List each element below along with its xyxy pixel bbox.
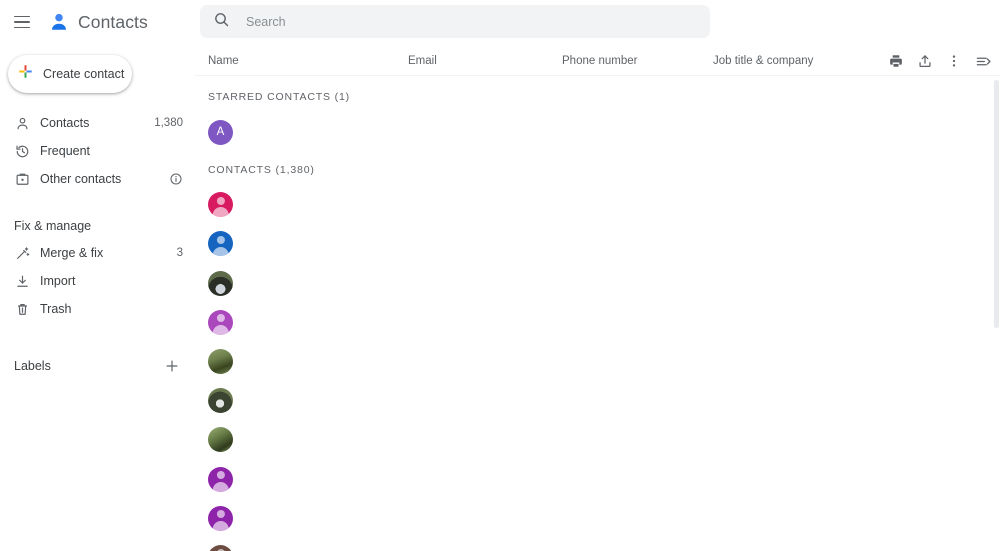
table-row[interactable]	[195, 499, 1000, 538]
vertical-scrollbar[interactable]	[994, 80, 999, 328]
avatar[interactable]	[208, 192, 233, 218]
sidebar-item-contacts[interactable]: Contacts 1,380	[0, 109, 195, 137]
table-row[interactable]	[195, 538, 1000, 551]
table-row[interactable]	[195, 342, 1000, 381]
sidebar-item-frequent[interactable]: Frequent	[0, 137, 195, 165]
contacts-list: Starred contacts (1) A Contacts (1,380)	[195, 77, 1000, 551]
sidebar-item-trash[interactable]: Trash	[0, 295, 195, 323]
sidebar-item-import[interactable]: Import	[0, 267, 195, 295]
sidebar-item-other-contacts[interactable]: Other contacts	[0, 165, 195, 193]
table-row[interactable]	[195, 264, 1000, 303]
contacts-rows	[195, 185, 1000, 551]
sidebar-item-import-label: Import	[40, 274, 76, 288]
export-upload-icon[interactable]	[914, 50, 936, 72]
avatar[interactable]	[208, 231, 233, 257]
column-header-job[interactable]: Job title & company	[713, 55, 813, 67]
column-header-email[interactable]: Email	[408, 55, 437, 67]
person-outline-icon	[14, 115, 31, 132]
avatar[interactable]	[208, 349, 233, 375]
sidebar-item-contacts-count: 1,380	[154, 117, 183, 129]
contact-box-icon	[14, 171, 31, 188]
table-row[interactable]	[195, 224, 1000, 263]
avatar[interactable]: A	[208, 120, 233, 146]
contact-group-contacts: Contacts (1,380)	[195, 152, 1000, 551]
column-header-name[interactable]: Name	[208, 55, 239, 67]
table-row[interactable]	[195, 185, 1000, 224]
print-icon[interactable]	[885, 50, 907, 72]
sidebar-item-frequent-label: Frequent	[40, 144, 91, 158]
search-bar[interactable]: Search	[200, 5, 710, 38]
table-toolbar	[885, 46, 994, 76]
sidebar-item-merge-and-fix-count: 3	[176, 247, 183, 259]
create-contact-label: Create contact	[43, 67, 125, 81]
group-title-starred: Starred contacts (1)	[208, 91, 351, 103]
contacts-app: Contacts Create contact Contacts 1,380 F…	[0, 0, 1000, 551]
send-to-icon[interactable]	[972, 50, 994, 72]
hamburger-menu-icon[interactable]	[9, 9, 35, 35]
avatar[interactable]	[208, 544, 233, 551]
more-options-icon[interactable]	[943, 50, 965, 72]
create-contact-button[interactable]: Create contact	[8, 55, 132, 93]
brand-row: Contacts	[0, 0, 195, 44]
trash-icon	[14, 301, 31, 318]
sidebar: Contacts Create contact Contacts 1,380 F…	[0, 0, 195, 551]
sidebar-item-contacts-label: Contacts	[40, 116, 90, 130]
avatar[interactable]	[208, 427, 233, 453]
sidebar-item-merge-and-fix-label: Merge & fix	[40, 246, 104, 260]
contact-group-starred: Starred contacts (1) A	[195, 77, 1000, 152]
history-clock-icon	[14, 143, 31, 160]
labels-section: Labels	[0, 352, 195, 380]
avatar[interactable]	[208, 505, 233, 531]
search-icon	[213, 11, 230, 33]
labels-heading: Labels	[14, 359, 51, 373]
table-row[interactable]: A	[195, 113, 1000, 152]
avatar[interactable]	[208, 270, 233, 296]
contacts-person-icon	[45, 8, 73, 36]
table-row[interactable]	[195, 420, 1000, 459]
avatar[interactable]	[208, 388, 233, 414]
google-plus-icon	[17, 63, 34, 85]
table-column-header: Name Email Phone number Job title & comp…	[195, 46, 1000, 76]
main-content: Search Name Email Phone number Job title…	[195, 0, 1000, 551]
app-title: Contacts	[78, 11, 148, 32]
table-row[interactable]	[195, 381, 1000, 420]
table-row[interactable]	[195, 460, 1000, 499]
avatar-letter: A	[216, 125, 225, 138]
table-row[interactable]	[195, 303, 1000, 342]
avatar[interactable]	[208, 466, 233, 492]
magic-wand-icon	[14, 245, 31, 262]
sidebar-nav-list: Contacts 1,380 Frequent Other contacts	[0, 109, 195, 193]
fix-and-manage-heading: Fix & manage	[14, 219, 92, 233]
column-header-phone[interactable]: Phone number	[562, 55, 637, 67]
group-title-contacts: Contacts (1,380)	[208, 164, 315, 177]
download-icon	[14, 273, 31, 290]
sidebar-manage-list: Merge & fix 3 Import Trash	[0, 239, 195, 323]
info-icon[interactable]	[169, 172, 183, 186]
avatar[interactable]	[208, 309, 233, 335]
sidebar-item-trash-label: Trash	[40, 302, 72, 316]
search-input[interactable]: Search	[246, 15, 286, 29]
sidebar-item-merge-and-fix[interactable]: Merge & fix 3	[0, 239, 195, 267]
plus-icon[interactable]	[163, 357, 181, 375]
sidebar-item-other-contacts-label: Other contacts	[40, 172, 122, 186]
